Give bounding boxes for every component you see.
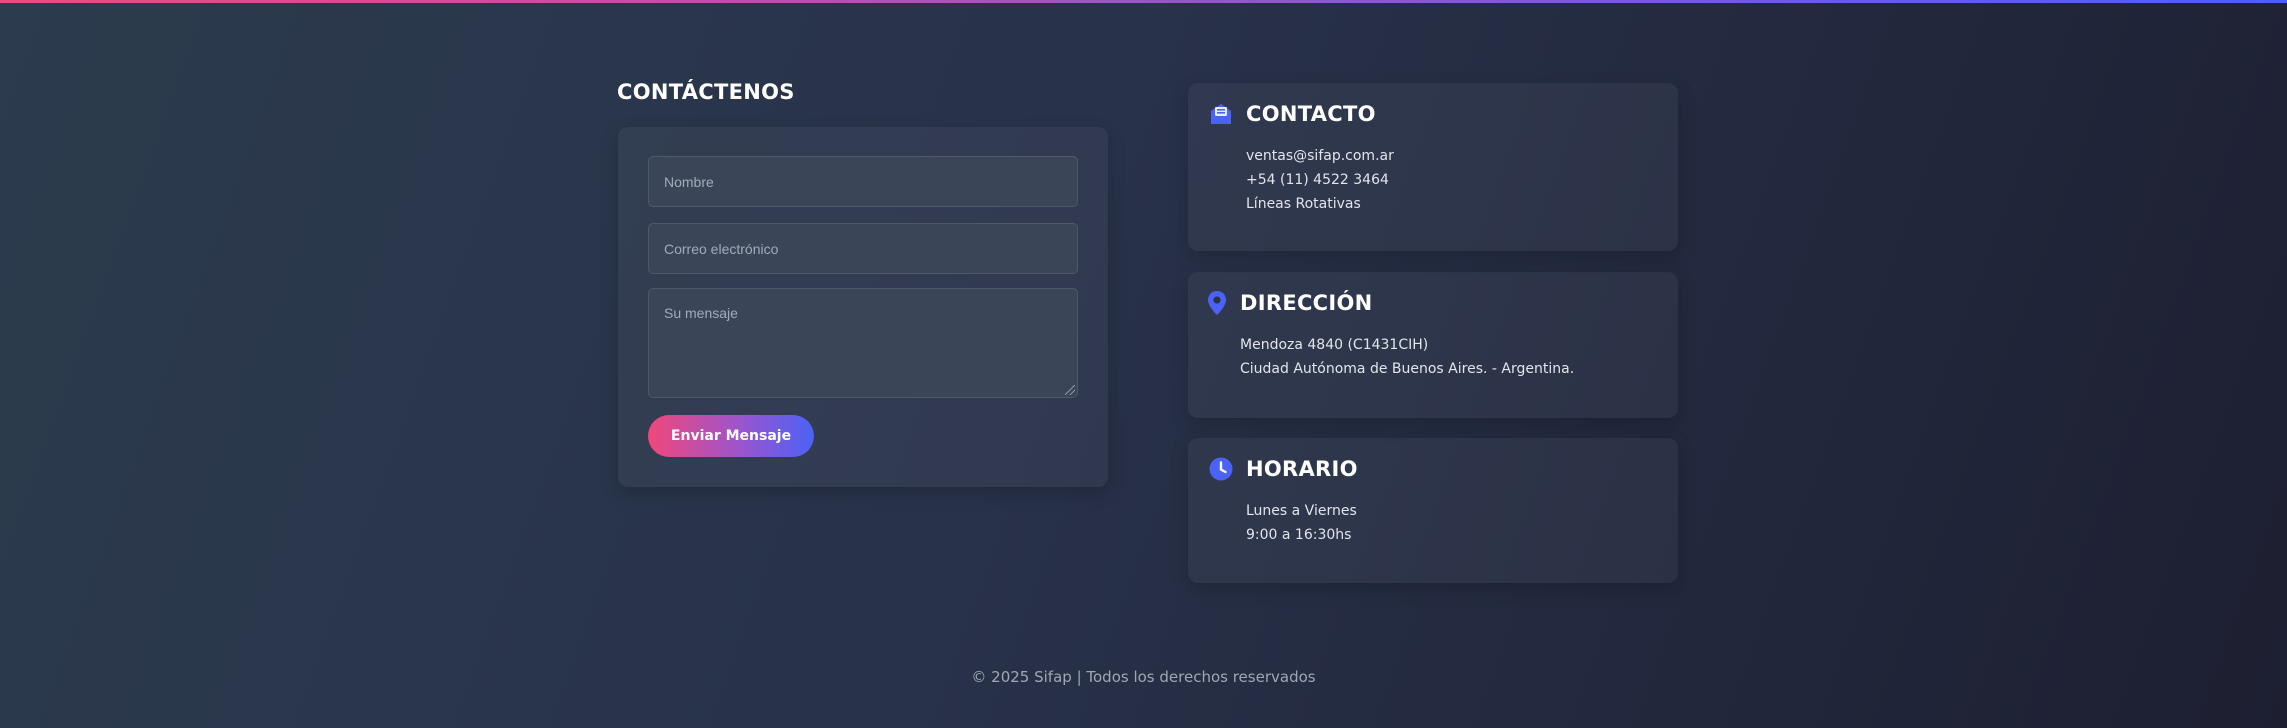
clock-icon <box>1207 455 1235 483</box>
footer-copyright: © 2025 Sifap | Todos los derechos reserv… <box>971 668 1316 686</box>
address-info-card: DIRECCIÓN Mendoza 4840 (C1431CIH) Ciudad… <box>1188 272 1678 418</box>
top-gradient-bar <box>0 0 2287 3</box>
envelope-icon <box>1207 100 1235 128</box>
contact-phone: +54 (11) 4522 3464 <box>1246 172 1389 188</box>
contact-form-title: CONTÁCTENOS <box>617 80 795 104</box>
map-pin-icon <box>1203 289 1231 317</box>
address-title: DIRECCIÓN <box>1240 291 1373 315</box>
contact-info-card: CONTACTO ventas@sifap.com.ar +54 (11) 45… <box>1188 83 1678 251</box>
email-input[interactable] <box>648 223 1078 274</box>
send-message-button[interactable]: Enviar Mensaje <box>648 415 814 457</box>
hours-info-card: HORARIO Lunes a Viernes 9:00 a 16:30hs <box>1188 438 1678 583</box>
address-street: Mendoza 4840 (C1431CIH) <box>1240 337 1429 353</box>
hours-time: 9:00 a 16:30hs <box>1246 527 1352 543</box>
contact-title: CONTACTO <box>1246 102 1376 126</box>
contact-form: Enviar Mensaje <box>618 127 1108 487</box>
hours-title: HORARIO <box>1246 457 1358 481</box>
contact-email-link[interactable]: ventas@sifap.com.ar <box>1246 148 1394 164</box>
textarea-resize-handle[interactable] <box>1065 385 1075 395</box>
contact-lines-note: Líneas Rotativas <box>1246 196 1361 212</box>
hours-days: Lunes a Viernes <box>1246 503 1357 519</box>
name-input[interactable] <box>648 156 1078 207</box>
address-city: Ciudad Autónoma de Buenos Aires. - Argen… <box>1240 361 1575 377</box>
message-textarea[interactable] <box>648 288 1078 398</box>
